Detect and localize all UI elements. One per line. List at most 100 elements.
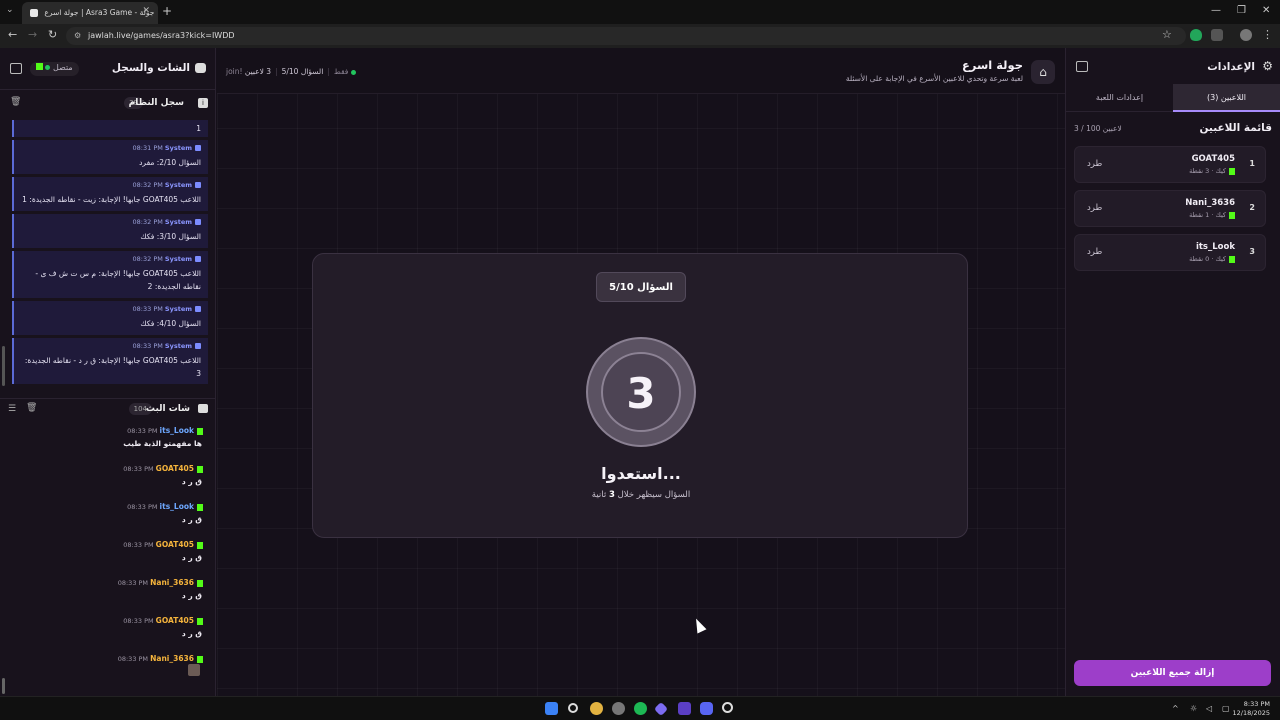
chat-username[interactable]: Nani_3636 [150, 578, 194, 587]
tray-chevron-icon[interactable]: ^ [1172, 704, 1179, 713]
minimize-button[interactable]: — [1211, 5, 1221, 16]
player-name: Nani_3636 [1185, 198, 1235, 208]
emote-sticker-icon [188, 664, 200, 676]
game-header: join! فقط|السؤال 5/10|3 لاعبين جولة اسرع… [217, 48, 1065, 94]
log-item: 08:32 PM System اللاعب GOAT405 جابها! ال… [12, 251, 208, 298]
close-window-button[interactable]: ✕ [1262, 5, 1270, 16]
log-item: 08:31 PM System السؤال 2/10: مفرد [12, 140, 208, 174]
chat-username[interactable]: its_Look [160, 426, 194, 435]
status-text: متصل [53, 63, 73, 72]
bookmark-star-icon[interactable]: ☆ [1162, 28, 1172, 41]
kick-badge-icon [197, 617, 203, 625]
chat-meta: 08:33 PM GOAT405 [123, 540, 203, 549]
log-meta: 08:32 PM System [20, 255, 201, 263]
os-taskbar: ^ ☼ ◁ ▢ 8:33 PM 12/18/2025 [0, 696, 1280, 720]
stream-chat-list[interactable]: 08:33 PM its_Look ها مفهمتو الذبة طيب 08… [0, 424, 216, 694]
browser-tab[interactable]: جولة اسرع | Asra3 Game - جولة ✕ [22, 2, 158, 24]
player-rank: 3 [1249, 247, 1255, 256]
question-timer-text: السؤال سيظهر خلال 3 ثانية [313, 490, 969, 500]
countdown-number: 3 [601, 352, 681, 432]
collapse-panel-icon[interactable] [10, 63, 22, 74]
tray-window-icon[interactable]: ▢ [1222, 704, 1230, 713]
online-dot-icon [45, 65, 50, 70]
reload-icon[interactable]: ↻ [48, 28, 57, 41]
chat-username[interactable]: GOAT405 [156, 464, 194, 473]
tray-brightness-icon[interactable]: ☼ [1190, 704, 1197, 713]
chat-username[interactable]: its_Look [160, 502, 194, 511]
volume-icon[interactable]: ◁ [1206, 704, 1212, 713]
app-launcher-icon[interactable] [678, 702, 691, 715]
address-bar-row: ← → ↻ ⚙ jawlah.live/games/asra3?kick=IWD… [0, 24, 1280, 48]
countdown-ring: 3 [586, 337, 696, 447]
browser-menu-icon[interactable]: ⋮ [1262, 28, 1273, 41]
chat-message: 08:33 PM GOAT405 ق ر د [0, 538, 216, 576]
log-item: 08:32 PM System السؤال 3/10: فكك [12, 214, 208, 248]
log-item: 08:33 PM System السؤال 4/10: فكك [12, 301, 208, 335]
obs-icon[interactable] [722, 702, 733, 713]
kick-logo-icon [36, 63, 43, 70]
tab-game-settings[interactable]: إعدادات اللعبة [1066, 84, 1173, 112]
log-item: 08:32 PM System اللاعب GOAT405 جابها! ال… [12, 177, 208, 211]
chat-meta: 08:33 PM its_Look [127, 426, 203, 435]
search-icon[interactable] [568, 703, 578, 713]
system-log-list[interactable]: 1 08:31 PM System السؤال 2/10: مفرد 08:3… [12, 120, 208, 384]
chat-filter-icon[interactable]: ☰ [8, 404, 16, 414]
chat-username[interactable]: GOAT405 [156, 616, 194, 625]
chat-scrollbar[interactable] [2, 678, 5, 694]
chat-panel-title-text: الشات والسجل [111, 62, 190, 74]
system-clock[interactable]: 8:33 PM 12/18/2025 [1233, 700, 1270, 718]
chat-text: ق ر د [181, 629, 202, 638]
settings-panel: الإعدادات ⚙ إعدادات اللعبة اللاعبين (3) … [1065, 48, 1280, 696]
chat-username[interactable]: Nani_3636 [150, 654, 194, 663]
back-icon[interactable]: ← [8, 28, 17, 41]
chat-text: ق ر د [181, 477, 202, 486]
kick-player-button[interactable]: طرد [1087, 203, 1102, 213]
chat-time: 08:33 PM [123, 465, 154, 473]
remove-all-players-button[interactable]: إزالة جميع اللاعبين [1074, 660, 1271, 686]
tab-search-icon[interactable]: ⌄ [6, 5, 14, 15]
app-diamond-icon[interactable] [653, 701, 669, 717]
chat-message: 08:33 PM GOAT405 ق ر د [0, 614, 216, 652]
extensions-puzzle-icon[interactable] [1211, 29, 1223, 41]
player-name: GOAT405 [1191, 154, 1235, 164]
new-tab-button[interactable]: + [162, 4, 172, 18]
maximize-button[interactable]: ❐ [1237, 5, 1246, 16]
game-area: join! فقط|السؤال 5/10|3 لاعبين جولة اسرع… [217, 48, 1065, 696]
info-icon: i [198, 98, 208, 108]
spotify-icon[interactable] [634, 702, 647, 715]
players-count: 3 / 100 لاعبين [1074, 124, 1122, 133]
player-points: كيك · 0 نقطة [1189, 255, 1235, 263]
kick-player-button[interactable]: طرد [1087, 247, 1102, 257]
system-badge-icon [195, 256, 201, 262]
steam-icon[interactable] [612, 702, 625, 715]
log-time: 08:32 PM [132, 218, 163, 226]
close-tab-icon[interactable]: ✕ [142, 6, 150, 16]
kick-player-button[interactable]: طرد [1087, 159, 1102, 169]
discord-icon[interactable] [700, 702, 713, 715]
app-root: متصل الشات والسجل 🗑 39 سجل النظام i 1 08… [0, 48, 1280, 696]
profile-avatar-icon[interactable] [1240, 29, 1252, 41]
chat-time: 08:33 PM [127, 427, 158, 435]
log-meta: 08:33 PM System [20, 305, 201, 313]
home-button[interactable]: ⌂ [1031, 60, 1055, 84]
chrome-icon[interactable] [590, 702, 603, 715]
site-info-icon[interactable]: ⚙ [74, 31, 81, 40]
log-text: السؤال 3/10: فكك [140, 232, 201, 241]
clear-chat-trash-icon[interactable]: 🗑 [26, 403, 37, 413]
tab-title: جولة اسرع | Asra3 Game - جولة [44, 8, 155, 17]
kick-badge-icon [197, 465, 203, 473]
collapse-panel-icon[interactable] [1076, 61, 1088, 72]
tab-players[interactable]: اللاعبين (3) [1173, 84, 1280, 112]
log-scrollbar[interactable] [2, 346, 5, 386]
url-field[interactable]: ⚙ jawlah.live/games/asra3?kick=IWDD [66, 27, 1186, 45]
connection-status-badge: متصل [30, 62, 79, 76]
chat-meta: 08:33 PM GOAT405 [123, 616, 203, 625]
extension-shield-icon[interactable] [1190, 29, 1202, 41]
players-list-title: قائمة اللاعبين [1199, 122, 1272, 134]
game-status-bar: join! فقط|السؤال 5/10|3 لاعبين [226, 67, 357, 76]
chat-username[interactable]: GOAT405 [156, 540, 194, 549]
forward-icon[interactable]: → [28, 28, 37, 41]
start-menu-icon[interactable] [545, 702, 558, 715]
chat-bubble-icon [198, 404, 208, 413]
clear-log-trash-icon[interactable]: 🗑 [10, 97, 21, 107]
